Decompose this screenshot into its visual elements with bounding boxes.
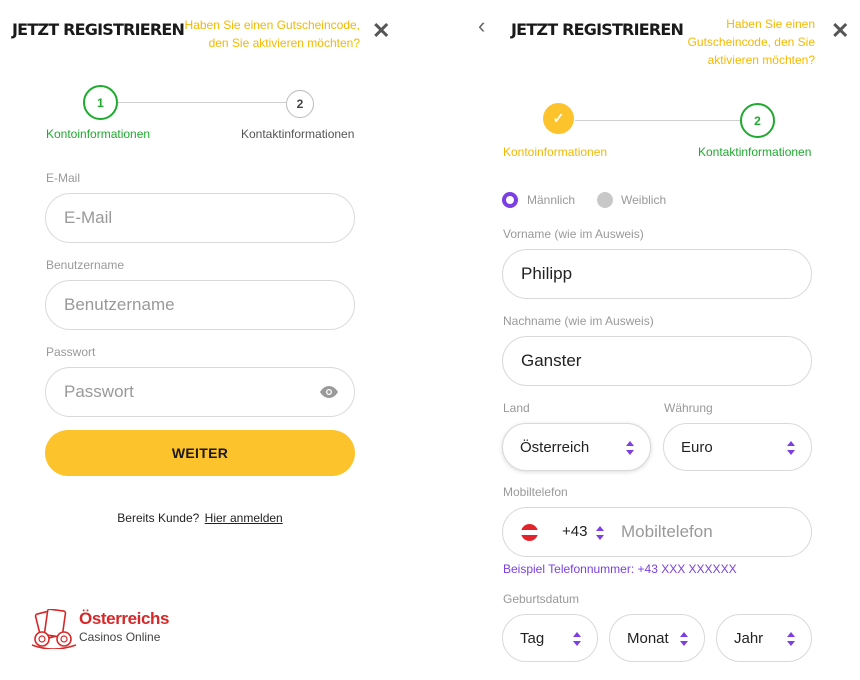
login-prompt: Bereits Kunde? Hier anmelden [0,511,400,525]
voucher-link-line-1: Haben Sie einen [726,17,815,31]
birthdate-label: Geburtsdatum [503,592,580,606]
password-label: Passwort [46,345,96,359]
close-icon[interactable]: ✕ [372,20,390,42]
select-chevron-icon [573,632,581,646]
step-2-label: Kontaktinformationen [698,145,812,159]
phone-prefix[interactable]: +43 [562,523,587,540]
playing-cards-chips-icon [31,609,77,649]
birth-year-select[interactable]: Jahr [716,614,812,662]
page-title: JETZT REGISTRIEREN [511,20,684,39]
country-value: Österreich [520,438,590,456]
step-2-indicator: 2 [286,90,314,118]
birth-month-select[interactable]: Monat [609,614,705,662]
step-1-indicator: 1 [83,85,118,120]
username-label: Benutzername [46,258,125,272]
step-1-label: Kontoinformationen [46,127,151,141]
gender-female-radio[interactable] [597,192,613,208]
stepper-connector [118,102,286,103]
page-title: JETZT REGISTRIEREN [12,20,185,39]
currency-value: Euro [681,438,713,456]
phone-placeholder: Mobiltelefon [621,522,713,541]
step-1-label: Kontoinformationen [503,145,608,159]
back-arrow-icon[interactable]: ‹ [478,15,485,37]
birth-month-value: Monat [627,629,669,647]
firstname-label: Vorname (wie im Ausweis) [503,227,644,241]
registration-step-2-panel: ‹ JETZT REGISTRIEREN Haben Sie einen Gut… [460,0,860,680]
country-select[interactable]: Österreich [502,423,651,471]
email-label: E-Mail [46,171,81,185]
birth-year-value: Jahr [734,629,764,647]
email-field[interactable]: E-Mail [45,193,355,243]
phone-label: Mobiltelefon [503,485,568,499]
voucher-link-line-3: aktivieren möchten? [707,53,815,67]
birth-day-select[interactable]: Tag [502,614,598,662]
step-2-indicator: 2 [740,103,775,138]
birth-day-value: Tag [520,629,545,647]
password-field[interactable]: Passwort [45,367,355,417]
step-1-completed-check-icon: ✓ [543,103,574,134]
site-logo: Österreichs Casinos Online [30,605,190,655]
gender-male-label: Männlich [527,193,576,207]
select-chevron-icon [680,632,688,646]
lastname-label: Nachname (wie im Ausweis) [503,314,654,328]
firstname-field[interactable]: Philipp [502,249,812,299]
voucher-link-line-2: Gutscheincode, den Sie [687,35,815,49]
eye-icon[interactable] [320,386,338,398]
username-field[interactable]: Benutzername [45,280,355,330]
currency-select[interactable]: Euro [663,423,812,471]
voucher-link-line-2: den Sie aktivieren möchten? [208,36,360,50]
logo-subtitle: Casinos Online [79,630,161,644]
select-chevron-icon [626,441,634,455]
select-chevron-icon [787,632,795,646]
gender-male-radio[interactable] [502,192,518,208]
gender-female-label: Weiblich [621,193,667,207]
country-label: Land [503,401,530,415]
prefix-chevron-icon[interactable] [596,526,604,540]
select-chevron-icon [787,441,795,455]
voucher-link[interactable]: Haben Sie einen Gutscheincode, den Sie a… [660,15,815,69]
login-link[interactable]: Hier anmelden [205,511,283,525]
close-icon[interactable]: ✕ [831,20,849,42]
password-placeholder: Passwort [64,382,134,401]
phone-hint: Beispiel Telefonnummer: +43 XXX XXXXXX [503,562,737,576]
voucher-link-line-1: Haben Sie einen Gutscheincode, [184,18,360,32]
registration-step-1-panel: JETZT REGISTRIEREN Haben Sie einen Gutsc… [0,0,400,680]
voucher-link[interactable]: Haben Sie einen Gutscheincode, den Sie a… [170,16,360,52]
lastname-field[interactable]: Ganster [502,336,812,386]
existing-customer-text: Bereits Kunde? [117,511,200,525]
stepper-connector [575,120,740,121]
austria-flag-icon[interactable] [521,524,538,541]
next-button[interactable]: WEITER [45,430,355,476]
currency-label: Währung [664,401,713,415]
logo-title: Österreichs [79,609,170,628]
phone-field[interactable]: +43 Mobiltelefon [502,507,812,557]
step-2-label: Kontaktinformationen [241,127,355,141]
